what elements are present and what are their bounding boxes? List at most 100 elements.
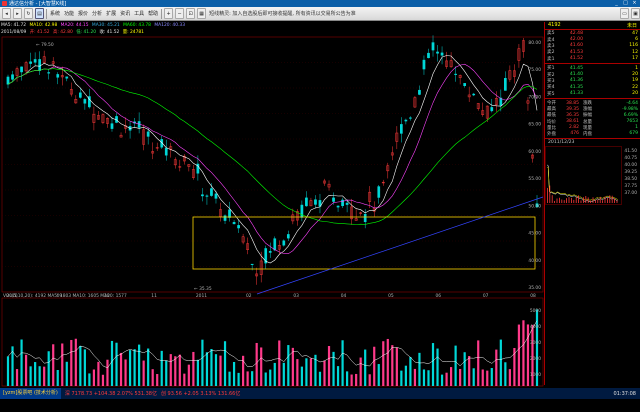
date-axis-label: 06 — [435, 293, 441, 299]
ask-price: 41.53 — [569, 49, 583, 55]
volume-bar — [400, 370, 403, 386]
candle-body — [232, 222, 236, 225]
stat-value: 1 — [635, 125, 638, 131]
price-axis-label: 65.00 — [528, 122, 541, 128]
candle-body — [440, 52, 444, 56]
bid-row[interactable]: 买2 41.40 20 — [545, 71, 640, 78]
volume-bar — [296, 359, 299, 386]
ask-row[interactable]: 卖4 42.00 6 — [545, 36, 640, 43]
volume-bar — [364, 349, 367, 386]
volume-bar — [436, 348, 439, 386]
mini-volume-bar — [559, 197, 560, 204]
stat-value: 38.85 — [566, 100, 579, 106]
volume-bar — [404, 365, 407, 386]
volume-bar — [318, 371, 322, 386]
mini-volume-bar — [609, 195, 611, 204]
volume-ma-line — [7, 320, 538, 369]
ask-row[interactable]: 卖3 41.60 116 — [545, 43, 640, 49]
date-axis-label: 02 — [246, 293, 252, 299]
bid-label: 买2 — [547, 72, 555, 78]
stat-row: 最低 36.35 振幅 6.69% — [545, 112, 640, 119]
mini-volume-bar — [556, 198, 558, 204]
volume-bar — [43, 366, 46, 386]
stat-value: -4.64 — [626, 100, 638, 106]
date-axis-label: 03 — [293, 293, 299, 299]
date-axis-label: 11 — [151, 293, 157, 299]
intraday-mini-chart[interactable]: 41.5040.7540.0039.2538.5037.7537.00 — [545, 146, 639, 206]
stat-value: 2.82 — [568, 125, 579, 131]
ask-price: 42.00 — [569, 37, 583, 43]
price-axis-label: 75.00 — [528, 67, 541, 73]
volume-bar — [395, 347, 398, 386]
status-brand[interactable]: [yzm]股票吧 (技术分析) — [0, 388, 61, 399]
stat-value: 6.69% — [623, 112, 638, 118]
volume-bar — [463, 352, 466, 386]
volume-bar — [110, 340, 114, 386]
candle-body — [146, 131, 150, 137]
date-axis-label: 05 — [388, 293, 394, 299]
mini-volume-bar — [592, 197, 594, 204]
volume-bar — [83, 349, 86, 386]
volume-bar — [477, 340, 480, 386]
volume-bar — [192, 351, 195, 386]
price-axis-label: 60.00 — [528, 149, 541, 155]
stat-row: 量比 2.82 现量 1 — [545, 125, 640, 131]
bid-row[interactable]: 买1 41.45 1 — [545, 65, 640, 72]
mini-volume-bar — [568, 197, 570, 204]
stat-label: 振幅 — [583, 113, 592, 119]
candle-body — [345, 202, 349, 205]
volume-bar — [24, 354, 28, 386]
candle-body — [427, 52, 430, 59]
candle-body — [431, 42, 435, 51]
bid-label: 买5 — [547, 91, 555, 97]
volume-bar — [74, 338, 77, 386]
volume-bar — [223, 341, 227, 386]
volume-bar — [147, 348, 150, 386]
candle-body — [205, 195, 209, 197]
volume-bar — [440, 374, 444, 386]
bid-price: 41.33 — [569, 91, 583, 97]
mini-volume-bar — [563, 200, 565, 204]
index-sz: 深 7178.73 +104.38 2.07% 531.38亿 — [64, 391, 157, 397]
date-axis-label: 04 — [341, 293, 347, 299]
candle-body — [409, 117, 412, 119]
volume-bar — [368, 374, 371, 386]
mini-volume-bar — [566, 198, 567, 204]
volume-bar — [246, 371, 249, 386]
volume-bar — [409, 357, 412, 386]
ma10-line — [7, 63, 538, 255]
candle-body — [422, 59, 426, 70]
volume-bar — [138, 344, 141, 386]
volume-bar — [133, 349, 136, 386]
stat-row: 外盘 476 内盘 679 — [545, 131, 640, 137]
bid-label: 买1 — [547, 66, 555, 72]
volume-bar — [291, 347, 294, 386]
volume-bar — [214, 354, 218, 386]
ask-row[interactable]: 卖5 42.48 47 — [545, 30, 640, 37]
candle-body — [214, 193, 218, 199]
date-axis-label: 07 — [483, 293, 489, 299]
taskbar-strip — [0, 399, 640, 412]
quote-panel: 4192 未日 卖5 42.48 47 卖4 42.00 6 卖3 41.60 116 卖2 41.… — [544, 22, 640, 385]
bid-row[interactable]: 买3 41.36 19 — [545, 78, 640, 84]
ask-row[interactable]: 卖2 41.53 12 — [545, 49, 640, 56]
volume-bar — [278, 340, 281, 386]
bid-row[interactable]: 买4 41.35 22 — [545, 84, 640, 91]
stat-label: 最高 — [547, 107, 556, 113]
stat-label: 今开 — [547, 101, 556, 106]
volume-bar — [260, 347, 263, 386]
ask-label: 卖1 — [547, 56, 555, 62]
candle-body — [78, 92, 82, 98]
candle-body — [286, 234, 290, 239]
volume-bar — [517, 324, 521, 386]
volume-bar — [165, 360, 168, 386]
bid-volume: 20 — [632, 72, 638, 78]
bid-row[interactable]: 买5 41.33 20 — [545, 91, 640, 97]
ask-row[interactable]: 卖1 41.52 17 — [545, 56, 640, 62]
stat-label: 均价 — [547, 119, 556, 125]
volume-bar — [413, 368, 417, 386]
ask-volume: 6 — [635, 37, 638, 43]
stat-value: 36.35 — [566, 112, 579, 118]
candle-body — [472, 93, 476, 96]
candle-body — [268, 251, 272, 253]
